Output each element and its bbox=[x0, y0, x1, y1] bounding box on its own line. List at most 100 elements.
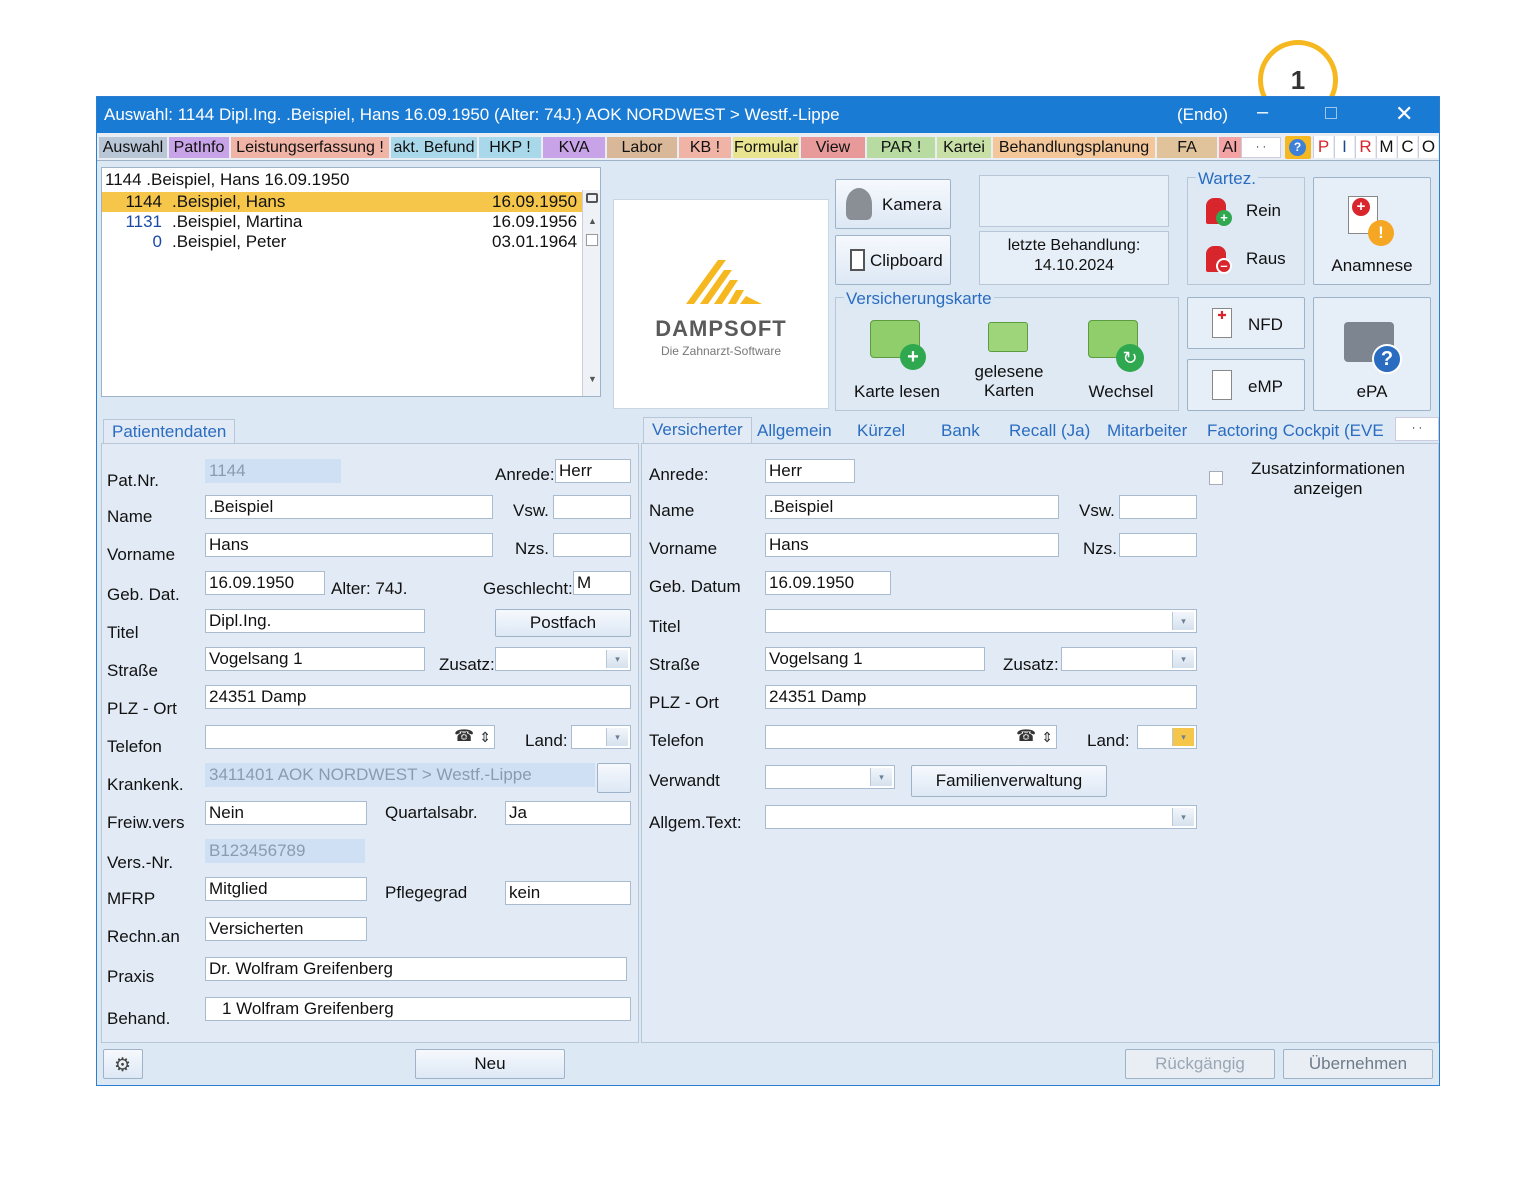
dropdown-arrow-icon[interactable]: ▾ bbox=[606, 728, 628, 746]
ins-vsw-field[interactable] bbox=[1119, 495, 1197, 519]
zusatz-select[interactable]: ▾ bbox=[495, 647, 631, 671]
close-button[interactable]: ✕ bbox=[1395, 101, 1413, 127]
help-button[interactable]: ? bbox=[1285, 136, 1311, 159]
dropdown-arrow-icon[interactable]: ▾ bbox=[606, 650, 628, 668]
plzort-select[interactable]: 24351 Damp bbox=[205, 685, 631, 709]
mode-m-button[interactable]: M bbox=[1376, 136, 1396, 158]
tab-auswahl[interactable]: Auswahl bbox=[99, 137, 167, 158]
epa-button[interactable]: ? ePA bbox=[1313, 297, 1431, 411]
tab-allgemein[interactable]: Allgemein bbox=[757, 421, 832, 441]
dropdown-arrow-icon[interactable]: ▾ bbox=[1172, 808, 1194, 826]
tab-patinfo[interactable]: PatInfo bbox=[169, 137, 229, 158]
gelesene-karten-button[interactable]: gelesene Karten bbox=[954, 314, 1064, 406]
tab-labor[interactable]: Labor bbox=[607, 137, 677, 158]
vorname-field[interactable]: Hans bbox=[205, 533, 493, 557]
tab-formular[interactable]: Formular bbox=[733, 137, 799, 158]
tab-kva[interactable]: KVA bbox=[543, 137, 605, 158]
name-field[interactable]: .Beispiel bbox=[205, 495, 493, 519]
ins-vorname-field[interactable]: Hans bbox=[765, 533, 1059, 557]
neu-button[interactable]: Neu bbox=[415, 1049, 565, 1079]
nfd-button[interactable]: ✚ NFD bbox=[1187, 297, 1305, 349]
ins-anrede-select[interactable]: Herr bbox=[765, 459, 855, 483]
print-icon[interactable] bbox=[586, 193, 598, 203]
tab-leistungserfassung[interactable]: Leistungserfassung ! bbox=[231, 137, 389, 158]
tab-behandlungsplanung[interactable]: Behandlungsplanung bbox=[993, 137, 1155, 158]
ins-zusatz-select[interactable]: ▾ bbox=[1061, 647, 1197, 671]
telefon-field[interactable]: ☎ ⇕ bbox=[205, 725, 495, 749]
tab-patientendaten[interactable]: Patientendaten bbox=[103, 419, 236, 444]
ins-telefon-field[interactable]: ☎ ⇕ bbox=[765, 725, 1057, 749]
scroll-thumb[interactable] bbox=[586, 234, 598, 246]
ins-nzs-field[interactable] bbox=[1119, 533, 1197, 557]
ins-land-select[interactable]: ▾ bbox=[1137, 725, 1197, 749]
anamnese-button[interactable]: + ! Anamnese bbox=[1313, 177, 1431, 285]
patient-list[interactable]: 1144 .Beispiel, Hans 16.09.1950 1144 .Bei… bbox=[101, 167, 601, 397]
patient-row[interactable]: 1131 .Beispiel, Martina 16.09.1956 bbox=[102, 212, 582, 232]
spin-icon[interactable]: ⇕ bbox=[1041, 726, 1053, 748]
uebernehmen-button[interactable]: Übernehmen bbox=[1283, 1049, 1433, 1079]
krankenkasse-list-button[interactable] bbox=[597, 763, 631, 793]
patient-row[interactable]: 1144 .Beispiel, Hans 16.09.1950 bbox=[102, 192, 582, 212]
tab-par[interactable]: PAR ! bbox=[867, 137, 935, 158]
patient-row[interactable]: 0 .Beispiel, Peter 03.01.1964 bbox=[102, 232, 582, 252]
zusatzinfo-checkbox[interactable] bbox=[1209, 471, 1223, 485]
familienverwaltung-button[interactable]: Familienverwaltung bbox=[911, 765, 1107, 797]
vsw-field[interactable] bbox=[553, 495, 631, 519]
krankenkasse-select[interactable]: 3411401 AOK NORDWEST > Westf.-Lippe bbox=[205, 763, 595, 787]
rechnan-select[interactable]: Versicherten bbox=[205, 917, 367, 941]
gebdat-field[interactable]: 16.09.1950 bbox=[205, 571, 325, 595]
tab-versicherter[interactable]: Versicherter bbox=[643, 417, 752, 443]
anrede-select[interactable]: Herr bbox=[555, 459, 631, 483]
emp-button[interactable]: eMP bbox=[1187, 359, 1305, 411]
geschlecht-select[interactable]: M bbox=[573, 571, 631, 595]
postfach-button[interactable]: Postfach bbox=[495, 609, 631, 637]
right-tab-scroll[interactable]: · · bbox=[1395, 417, 1439, 441]
tab-recall[interactable]: Recall (Ja) bbox=[1009, 421, 1090, 441]
ins-allgemtext-select[interactable]: ▾ bbox=[765, 805, 1197, 829]
spin-icon[interactable]: ⇕ bbox=[479, 726, 491, 748]
karte-lesen-button[interactable]: + Karte lesen bbox=[842, 314, 952, 406]
tab-akt-befund[interactable]: akt. Befund bbox=[391, 137, 477, 158]
wechsel-button[interactable]: ↻ Wechsel bbox=[1066, 314, 1176, 406]
ins-verwandt-select[interactable]: ▾ bbox=[765, 765, 895, 789]
raus-button[interactable]: – Raus bbox=[1192, 240, 1300, 280]
ins-strasse-select[interactable]: Vogelsang 1 bbox=[765, 647, 985, 671]
minimize-button[interactable]: – bbox=[1257, 101, 1268, 124]
settings-button[interactable]: ⚙ bbox=[103, 1049, 143, 1079]
kamera-button[interactable]: Kamera bbox=[835, 179, 951, 229]
mode-c-button[interactable]: C bbox=[1397, 136, 1417, 158]
mfrp-select[interactable]: Mitglied bbox=[205, 877, 367, 901]
maximize-button[interactable] bbox=[1325, 107, 1337, 119]
rueckgaengig-button[interactable]: Rückgängig bbox=[1125, 1049, 1275, 1079]
quartalsabr-select[interactable]: Ja bbox=[505, 801, 631, 825]
phone-icon[interactable]: ☎ bbox=[1016, 726, 1036, 748]
dropdown-arrow-icon[interactable]: ▾ bbox=[1172, 612, 1194, 630]
land-select[interactable]: ▾ bbox=[571, 725, 631, 749]
titel-select[interactable]: Dipl.Ing. bbox=[205, 609, 425, 633]
behand-select[interactable]: 1 Wolfram Greifenberg bbox=[205, 997, 631, 1021]
freiwvers-select[interactable]: Nein bbox=[205, 801, 367, 825]
tab-scroll-buttons[interactable]: · · bbox=[1241, 137, 1281, 158]
strasse-select[interactable]: Vogelsang 1 bbox=[205, 647, 425, 671]
mode-i-button[interactable]: I bbox=[1334, 136, 1354, 158]
dropdown-arrow-icon[interactable]: ▾ bbox=[1172, 650, 1194, 668]
tab-kürzel[interactable]: Kürzel bbox=[857, 421, 905, 441]
mode-o-button[interactable]: O bbox=[1418, 136, 1438, 158]
tab-fa[interactable]: FA bbox=[1157, 137, 1217, 158]
phone-icon[interactable]: ☎ bbox=[454, 726, 474, 748]
tab-factoring[interactable]: Factoring Cockpit (EVE bbox=[1207, 421, 1384, 441]
dropdown-arrow-icon[interactable]: ▾ bbox=[1172, 728, 1194, 746]
clipboard-button[interactable]: Clipboard bbox=[835, 235, 951, 285]
ins-titel-select[interactable]: ▾ bbox=[765, 609, 1197, 633]
scroll-up-icon[interactable]: ▲ bbox=[588, 216, 597, 226]
tab-kb[interactable]: KB ! bbox=[679, 137, 731, 158]
nzs-field[interactable] bbox=[553, 533, 631, 557]
rein-button[interactable]: + Rein bbox=[1192, 192, 1300, 232]
ins-plzort-select[interactable]: 24351 Damp bbox=[765, 685, 1197, 709]
tab-bank[interactable]: Bank bbox=[941, 421, 980, 441]
pflegegrad-select[interactable]: kein bbox=[505, 881, 631, 905]
ins-gebdatum-field[interactable]: 16.09.1950 bbox=[765, 571, 891, 595]
mode-r-button[interactable]: R bbox=[1355, 136, 1375, 158]
patient-list-scrollbar[interactable]: ▲ ▼ bbox=[582, 190, 600, 396]
tab-mitarbeiter[interactable]: Mitarbeiter bbox=[1107, 421, 1187, 441]
